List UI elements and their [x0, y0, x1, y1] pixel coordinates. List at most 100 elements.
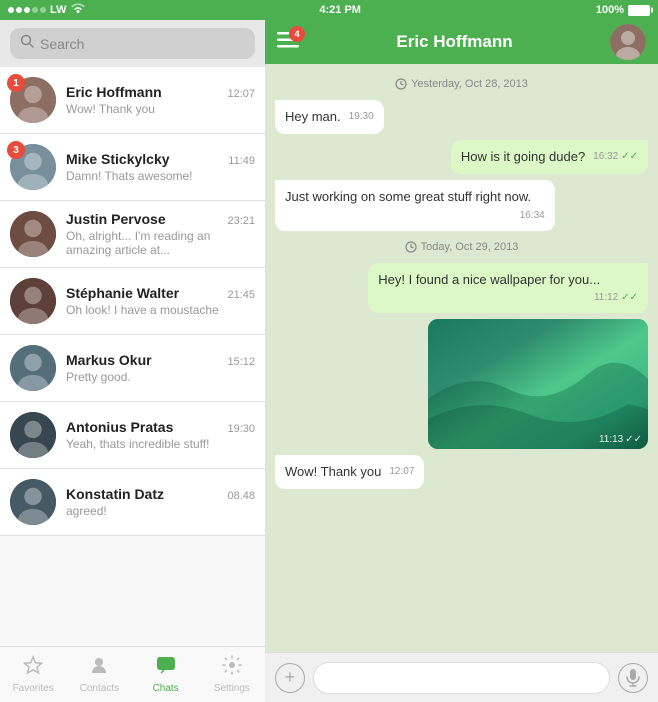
tab-icon-chats [156, 655, 176, 681]
dot3 [24, 7, 30, 13]
status-bar: LW 4:21 PM 100% [0, 0, 658, 20]
search-bar: Search [0, 20, 265, 67]
tab-label-chats: Chats [153, 683, 179, 694]
chat-preview: Pretty good. [66, 370, 255, 384]
bubble-meta: 11:12 ✓✓ [594, 291, 638, 305]
chat-name: Markus Okur [66, 352, 152, 368]
chat-info: Antonius Pratas 19:30 Yeah, thats incred… [66, 419, 255, 451]
bubble-time: 19:30 [349, 110, 374, 124]
chat-name-row: Antonius Pratas 19:30 [66, 419, 255, 435]
chat-preview: Oh, alright... I'm reading an amazing ar… [66, 229, 255, 257]
chat-time: 23:21 [227, 215, 255, 227]
chat-preview: Wow! Thank you [66, 102, 255, 116]
chat-info: Konstatin Datz 08.48 agreed! [66, 486, 255, 518]
chat-preview: Damn! Thats awesome! [66, 169, 255, 183]
message-row-incoming: Just working on some great stuff right n… [275, 180, 648, 230]
chat-info: Justin Pervose 23:21 Oh, alright... I'm … [66, 211, 255, 257]
bubble-incoming: Hey man. 19:30 [275, 100, 384, 134]
dot2 [16, 7, 22, 13]
avatar [10, 479, 56, 525]
tab-chats[interactable]: Chats [133, 655, 199, 694]
main-container: Search 1 Eric Hoffmann 12:07 Wow! Thank … [0, 20, 658, 702]
chat-list: 1 Eric Hoffmann 12:07 Wow! Thank you 3 [0, 67, 265, 646]
message-input-bar: + [265, 652, 658, 702]
bubble-outgoing: Hey! I found a nice wallpaper for you...… [368, 263, 648, 313]
tab-label-favorites: Favorites [13, 683, 54, 694]
chat-time: 19:30 [227, 423, 255, 435]
tab-settings[interactable]: Settings [199, 655, 265, 694]
bubble-meta: 16:32 ✓✓ [593, 150, 638, 164]
battery-icon [628, 5, 650, 16]
status-bar-left: LW [8, 3, 85, 18]
chat-name-row: Stéphanie Walter 21:45 [66, 285, 255, 301]
message-row-image: 11:13 ✓✓ [275, 319, 648, 449]
header-avatar[interactable] [610, 24, 646, 60]
image-meta: 11:13 ✓✓ [599, 434, 642, 445]
date-text: Today, Oct 29, 2013 [421, 241, 519, 253]
chat-item[interactable]: Konstatin Datz 08.48 agreed! [0, 469, 265, 536]
chat-item[interactable]: 3 Mike Stickylcky 11:49 Damn! Thats awes… [0, 134, 265, 201]
bubble-incoming: Wow! Thank you 12:07 [275, 455, 424, 489]
chat-info: Markus Okur 15:12 Pretty good. [66, 352, 255, 384]
tab-favorites[interactable]: Favorites [0, 655, 66, 694]
chat-item[interactable]: 1 Eric Hoffmann 12:07 Wow! Thank you [0, 67, 265, 134]
add-attachment-button[interactable]: + [275, 663, 305, 693]
dot4 [32, 7, 38, 13]
time-display: 4:21 PM [319, 4, 361, 16]
chat-name-row: Mike Stickylcky 11:49 [66, 151, 255, 167]
chat-item[interactable]: Justin Pervose 23:21 Oh, alright... I'm … [0, 201, 265, 268]
avatar-wrap: 3 [10, 144, 56, 190]
chat-time: 08.48 [227, 490, 255, 502]
chat-item[interactable]: Markus Okur 15:12 Pretty good. [0, 335, 265, 402]
bubble-time: 16:34 [520, 209, 545, 223]
chat-info: Eric Hoffmann 12:07 Wow! Thank you [66, 84, 255, 116]
image-bubble: 11:13 ✓✓ [428, 319, 648, 449]
chat-time: 11:49 [228, 155, 255, 167]
image-tick: ✓✓ [625, 434, 642, 445]
search-input-wrap[interactable]: Search [10, 28, 255, 59]
battery-label: 100% [596, 4, 624, 16]
dot1 [8, 7, 14, 13]
date-divider: Today, Oct 29, 2013 [275, 241, 648, 253]
chat-name: Stéphanie Walter [66, 285, 179, 301]
date-text: Yesterday, Oct 28, 2013 [411, 78, 528, 90]
avatar-wrap [10, 345, 56, 391]
mic-button[interactable] [618, 663, 648, 693]
chat-name: Antonius Pratas [66, 419, 173, 435]
left-panel: Search 1 Eric Hoffmann 12:07 Wow! Thank … [0, 20, 265, 702]
search-icon [20, 34, 34, 53]
menu-badge: 4 [289, 26, 305, 42]
bubble-outgoing: How is it going dude? 16:32 ✓✓ [451, 140, 648, 174]
tab-contacts[interactable]: Contacts [66, 655, 132, 694]
chat-preview: Yeah, thats incredible stuff! [66, 437, 255, 451]
avatar [10, 412, 56, 458]
bubble-time: 16:32 [593, 150, 618, 164]
tick-icon: ✓✓ [621, 291, 638, 305]
chat-info: Stéphanie Walter 21:45 Oh look! I have a… [66, 285, 255, 317]
avatar-wrap: 1 [10, 77, 56, 123]
tick-icon: ✓✓ [621, 150, 638, 164]
messages-area: Yesterday, Oct 28, 2013 Hey man. 19:30 H… [265, 64, 658, 652]
signal-dots [8, 7, 46, 13]
status-bar-right: 100% [596, 4, 650, 16]
right-panel: 4 Eric Hoffmann Yesterday, Oct 28, 2013 [265, 20, 658, 702]
tab-icon-favorites [23, 655, 43, 681]
chat-item[interactable]: Antonius Pratas 19:30 Yeah, thats incred… [0, 402, 265, 469]
avatar-wrap [10, 278, 56, 324]
bubble-meta: 19:30 [349, 110, 374, 124]
chat-item[interactable]: Stéphanie Walter 21:45 Oh look! I have a… [0, 268, 265, 335]
image-placeholder: 11:13 ✓✓ [428, 319, 648, 449]
tab-label-settings: Settings [214, 683, 250, 694]
chat-header: 4 Eric Hoffmann [265, 20, 658, 64]
image-time: 11:13 [599, 434, 623, 445]
chat-name-row: Markus Okur 15:12 [66, 352, 255, 368]
message-input[interactable] [313, 662, 610, 694]
avatar [10, 278, 56, 324]
chat-header-title: Eric Hoffmann [396, 32, 512, 52]
chat-name: Konstatin Datz [66, 486, 164, 502]
tab-icon-settings [222, 655, 242, 681]
chat-name-row: Eric Hoffmann 12:07 [66, 84, 255, 100]
avatar [10, 211, 56, 257]
menu-button-wrap[interactable]: 4 [277, 32, 299, 53]
bubble-meta: 16:34 [520, 209, 545, 223]
